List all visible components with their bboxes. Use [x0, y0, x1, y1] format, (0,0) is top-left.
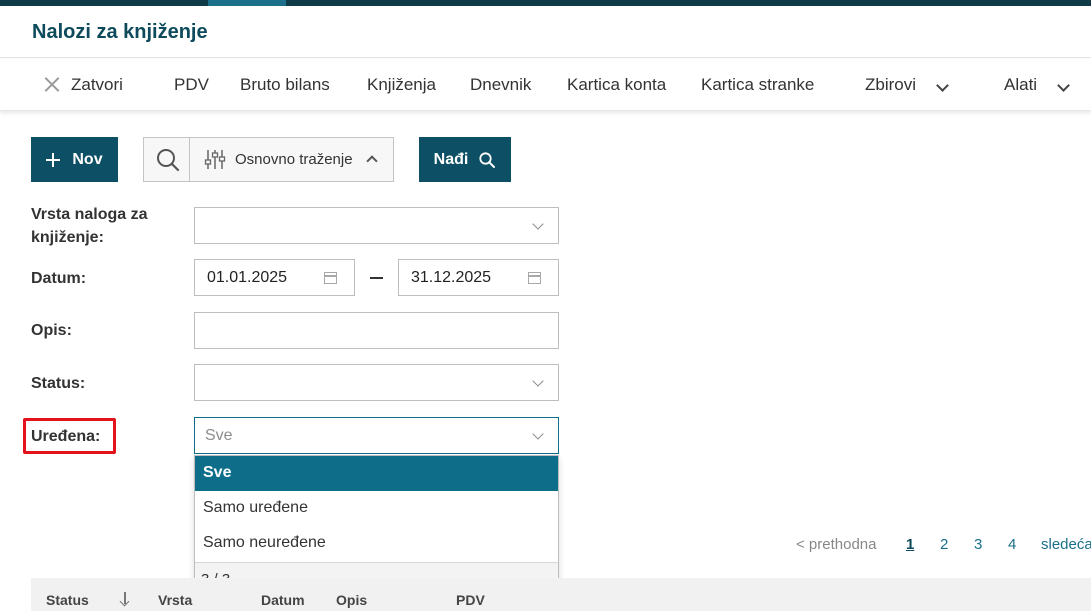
find-button-label: Nađi	[433, 150, 469, 168]
pagination-page-4[interactable]: 4	[1008, 536, 1016, 553]
search-icon	[157, 149, 180, 172]
dropdown-option-label: Sve	[203, 464, 232, 481]
order-type-select[interactable]	[194, 207, 559, 244]
plus-icon	[46, 152, 61, 167]
ordered-select-value: Sve	[205, 427, 233, 444]
menu-item-alati[interactable]: Alati	[1004, 75, 1037, 95]
description-label: Opis:	[31, 322, 72, 339]
sliders-icon	[204, 150, 226, 169]
column-header-datum[interactable]: Datum	[261, 592, 305, 608]
pagination-page-3[interactable]: 3	[974, 536, 982, 553]
menu-item-kartica-konta[interactable]: Kartica konta	[567, 75, 666, 95]
date-range-separator	[370, 277, 383, 279]
title-bar: Nalozi za knjiženje	[0, 6, 1091, 58]
pagination-page-2[interactable]: 2	[940, 536, 948, 553]
chevron-down-icon[interactable]	[936, 79, 949, 92]
new-button-label: Nov	[72, 150, 103, 168]
dropdown-option-samo-uredene[interactable]: Samo uređene	[195, 491, 558, 526]
close-icon[interactable]	[44, 76, 60, 92]
status-select[interactable]	[194, 364, 559, 401]
calendar-icon[interactable]	[528, 272, 541, 284]
highlight-box	[23, 418, 116, 454]
menu-item-kartica-stranke[interactable]: Kartica stranke	[701, 75, 814, 95]
date-label: Datum:	[31, 270, 87, 287]
pagination-page-1[interactable]: 1	[906, 536, 914, 553]
sort-down-icon[interactable]	[119, 592, 131, 608]
menu-item-zbirovi[interactable]: Zbirovi	[865, 75, 916, 95]
order-type-label-line2: knjiženje:	[31, 229, 104, 246]
table-header: Status Vrsta Datum Opis PDV	[31, 578, 1091, 611]
calendar-icon[interactable]	[324, 272, 337, 284]
menu-item-bruto-bilans[interactable]: Bruto bilans	[240, 75, 330, 95]
dropdown-option-label: Samo uređene	[203, 499, 308, 516]
column-header-status[interactable]: Status	[46, 592, 89, 608]
date-from-value: 01.01.2025	[207, 269, 288, 286]
chevron-down-icon	[532, 218, 544, 230]
date-to-value: 31.12.2025	[411, 269, 492, 286]
column-header-pdv[interactable]: PDV	[456, 592, 485, 608]
page-title: Nalozi za knjiženje	[32, 21, 208, 43]
new-button[interactable]: Nov	[31, 137, 118, 182]
chevron-down-icon	[532, 375, 544, 387]
ordered-select[interactable]: Sve	[194, 417, 559, 454]
search-icon	[479, 151, 496, 168]
column-header-opis[interactable]: Opis	[336, 592, 367, 608]
dropdown-option-samo-neuredene[interactable]: Samo neuređene	[195, 526, 558, 561]
pagination-next[interactable]: sledeća	[1041, 536, 1091, 553]
order-type-label: Vrsta naloga za knjiženje:	[31, 203, 148, 249]
ordered-dropdown-list: Sve Samo uređene Samo neuređene 3 / 3	[194, 455, 559, 596]
pagination-prev[interactable]: < prethodna	[796, 536, 877, 553]
dropdown-option-sve[interactable]: Sve	[195, 456, 558, 491]
column-header-vrsta[interactable]: Vrsta	[158, 592, 192, 608]
chevron-up-icon	[366, 155, 378, 167]
advanced-search-toggle[interactable]: Osnovno traženje	[190, 138, 393, 181]
menu-item-pdv[interactable]: PDV	[174, 75, 209, 95]
find-button[interactable]: Nađi	[419, 137, 511, 182]
description-input[interactable]	[194, 312, 559, 349]
dropdown-option-label: Samo neuređene	[203, 534, 326, 551]
search-group: Osnovno traženje	[143, 137, 394, 182]
menu-item-dnevnik[interactable]: Dnevnik	[470, 75, 531, 95]
chevron-down-icon	[532, 428, 544, 440]
status-label: Status:	[31, 375, 86, 392]
menu-item-knjizenja[interactable]: Knjiženja	[367, 75, 436, 95]
close-button[interactable]: Zatvori	[71, 75, 123, 95]
search-toggle-button[interactable]	[144, 138, 190, 181]
advanced-search-label: Osnovno traženje	[235, 151, 353, 168]
menu-bar: Zatvori PDV Bruto bilans Knjiženja Dnevn…	[0, 59, 1091, 111]
date-to-field[interactable]: 31.12.2025	[398, 259, 559, 296]
chevron-down-icon[interactable]	[1057, 79, 1070, 92]
order-type-label-line1: Vrsta naloga za	[31, 206, 148, 223]
date-from-field[interactable]: 01.01.2025	[194, 259, 355, 296]
